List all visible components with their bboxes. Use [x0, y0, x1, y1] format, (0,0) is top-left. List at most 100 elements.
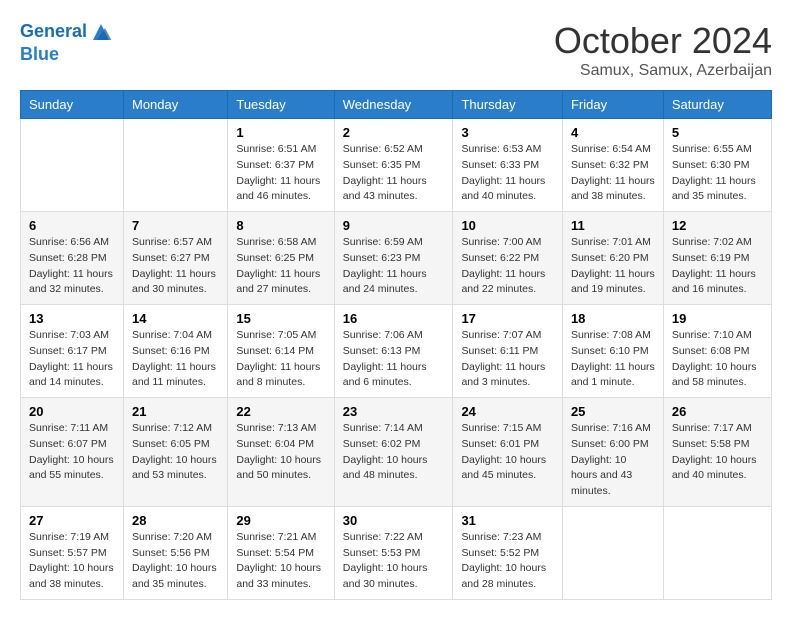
day-info: Sunrise: 7:17 AM Sunset: 5:58 PM Dayligh… — [672, 421, 763, 484]
day-number: 16 — [343, 311, 445, 326]
day-number: 9 — [343, 218, 445, 233]
day-info: Sunrise: 7:23 AM Sunset: 5:52 PM Dayligh… — [461, 530, 554, 593]
calendar-cell: 5 Sunrise: 6:55 AM Sunset: 6:30 PM Dayli… — [663, 119, 771, 212]
day-number: 12 — [672, 218, 763, 233]
day-number: 17 — [461, 311, 554, 326]
calendar-cell: 1 Sunrise: 6:51 AM Sunset: 6:37 PM Dayli… — [228, 119, 334, 212]
calendar-cell: 7 Sunrise: 6:57 AM Sunset: 6:27 PM Dayli… — [123, 212, 227, 305]
day-number: 5 — [672, 125, 763, 140]
calendar-week-row: 1 Sunrise: 6:51 AM Sunset: 6:37 PM Dayli… — [21, 119, 772, 212]
day-info: Sunrise: 7:12 AM Sunset: 6:05 PM Dayligh… — [132, 421, 219, 484]
calendar-cell: 18 Sunrise: 7:08 AM Sunset: 6:10 PM Dayl… — [562, 305, 663, 398]
day-number: 2 — [343, 125, 445, 140]
day-number: 20 — [29, 404, 115, 419]
header-cell-monday: Monday — [123, 91, 227, 119]
logo-icon — [89, 20, 113, 44]
header-cell-wednesday: Wednesday — [334, 91, 453, 119]
calendar-cell: 2 Sunrise: 6:52 AM Sunset: 6:35 PM Dayli… — [334, 119, 453, 212]
day-number: 30 — [343, 513, 445, 528]
calendar-cell: 27 Sunrise: 7:19 AM Sunset: 5:57 PM Dayl… — [21, 506, 124, 599]
calendar-week-row: 27 Sunrise: 7:19 AM Sunset: 5:57 PM Dayl… — [21, 506, 772, 599]
calendar-table: SundayMondayTuesdayWednesdayThursdayFrid… — [20, 90, 772, 600]
calendar-cell: 28 Sunrise: 7:20 AM Sunset: 5:56 PM Dayl… — [123, 506, 227, 599]
day-info: Sunrise: 7:15 AM Sunset: 6:01 PM Dayligh… — [461, 421, 554, 484]
day-info: Sunrise: 7:22 AM Sunset: 5:53 PM Dayligh… — [343, 530, 445, 593]
day-info: Sunrise: 7:01 AM Sunset: 6:20 PM Dayligh… — [571, 235, 655, 298]
calendar-week-row: 20 Sunrise: 7:11 AM Sunset: 6:07 PM Dayl… — [21, 398, 772, 507]
day-info: Sunrise: 6:59 AM Sunset: 6:23 PM Dayligh… — [343, 235, 445, 298]
day-info: Sunrise: 6:57 AM Sunset: 6:27 PM Dayligh… — [132, 235, 219, 298]
day-info: Sunrise: 7:04 AM Sunset: 6:16 PM Dayligh… — [132, 328, 219, 391]
day-number: 7 — [132, 218, 219, 233]
calendar-cell: 8 Sunrise: 6:58 AM Sunset: 6:25 PM Dayli… — [228, 212, 334, 305]
header-cell-saturday: Saturday — [663, 91, 771, 119]
day-number: 25 — [571, 404, 655, 419]
day-info: Sunrise: 6:53 AM Sunset: 6:33 PM Dayligh… — [461, 142, 554, 205]
calendar-cell: 12 Sunrise: 7:02 AM Sunset: 6:19 PM Dayl… — [663, 212, 771, 305]
day-number: 19 — [672, 311, 763, 326]
header-cell-friday: Friday — [562, 91, 663, 119]
calendar-cell: 31 Sunrise: 7:23 AM Sunset: 5:52 PM Dayl… — [453, 506, 563, 599]
day-info: Sunrise: 6:56 AM Sunset: 6:28 PM Dayligh… — [29, 235, 115, 298]
day-info: Sunrise: 7:03 AM Sunset: 6:17 PM Dayligh… — [29, 328, 115, 391]
calendar-cell: 20 Sunrise: 7:11 AM Sunset: 6:07 PM Dayl… — [21, 398, 124, 507]
calendar-cell: 3 Sunrise: 6:53 AM Sunset: 6:33 PM Dayli… — [453, 119, 563, 212]
day-number: 11 — [571, 218, 655, 233]
day-number: 4 — [571, 125, 655, 140]
calendar-cell: 25 Sunrise: 7:16 AM Sunset: 6:00 PM Dayl… — [562, 398, 663, 507]
day-info: Sunrise: 7:10 AM Sunset: 6:08 PM Dayligh… — [672, 328, 763, 391]
day-info: Sunrise: 7:13 AM Sunset: 6:04 PM Dayligh… — [236, 421, 325, 484]
calendar-cell: 29 Sunrise: 7:21 AM Sunset: 5:54 PM Dayl… — [228, 506, 334, 599]
day-number: 26 — [672, 404, 763, 419]
day-number: 21 — [132, 404, 219, 419]
calendar-header-row: SundayMondayTuesdayWednesdayThursdayFrid… — [21, 91, 772, 119]
day-info: Sunrise: 7:16 AM Sunset: 6:00 PM Dayligh… — [571, 421, 655, 500]
header-cell-thursday: Thursday — [453, 91, 563, 119]
day-number: 14 — [132, 311, 219, 326]
calendar-cell: 19 Sunrise: 7:10 AM Sunset: 6:08 PM Dayl… — [663, 305, 771, 398]
day-info: Sunrise: 7:08 AM Sunset: 6:10 PM Dayligh… — [571, 328, 655, 391]
calendar-week-row: 13 Sunrise: 7:03 AM Sunset: 6:17 PM Dayl… — [21, 305, 772, 398]
day-number: 15 — [236, 311, 325, 326]
day-number: 22 — [236, 404, 325, 419]
header-cell-tuesday: Tuesday — [228, 91, 334, 119]
calendar-cell: 10 Sunrise: 7:00 AM Sunset: 6:22 PM Dayl… — [453, 212, 563, 305]
page-header: General Blue October 2024 Samux, Samux, … — [20, 20, 772, 80]
day-number: 29 — [236, 513, 325, 528]
header-cell-sunday: Sunday — [21, 91, 124, 119]
calendar-cell: 15 Sunrise: 7:05 AM Sunset: 6:14 PM Dayl… — [228, 305, 334, 398]
day-info: Sunrise: 6:55 AM Sunset: 6:30 PM Dayligh… — [672, 142, 763, 205]
day-info: Sunrise: 6:58 AM Sunset: 6:25 PM Dayligh… — [236, 235, 325, 298]
title-block: October 2024 Samux, Samux, Azerbaijan — [554, 20, 772, 80]
calendar-cell: 30 Sunrise: 7:22 AM Sunset: 5:53 PM Dayl… — [334, 506, 453, 599]
logo-text-line2: Blue — [20, 44, 113, 66]
month-title: October 2024 — [554, 20, 772, 62]
day-number: 1 — [236, 125, 325, 140]
day-number: 8 — [236, 218, 325, 233]
day-number: 28 — [132, 513, 219, 528]
day-number: 13 — [29, 311, 115, 326]
calendar-cell — [21, 119, 124, 212]
logo: General Blue — [20, 20, 113, 66]
calendar-cell: 17 Sunrise: 7:07 AM Sunset: 6:11 PM Dayl… — [453, 305, 563, 398]
calendar-week-row: 6 Sunrise: 6:56 AM Sunset: 6:28 PM Dayli… — [21, 212, 772, 305]
day-info: Sunrise: 7:19 AM Sunset: 5:57 PM Dayligh… — [29, 530, 115, 593]
day-info: Sunrise: 7:11 AM Sunset: 6:07 PM Dayligh… — [29, 421, 115, 484]
calendar-cell — [663, 506, 771, 599]
day-number: 6 — [29, 218, 115, 233]
day-info: Sunrise: 7:06 AM Sunset: 6:13 PM Dayligh… — [343, 328, 445, 391]
calendar-cell: 9 Sunrise: 6:59 AM Sunset: 6:23 PM Dayli… — [334, 212, 453, 305]
calendar-cell: 14 Sunrise: 7:04 AM Sunset: 6:16 PM Dayl… — [123, 305, 227, 398]
calendar-cell — [562, 506, 663, 599]
calendar-cell: 22 Sunrise: 7:13 AM Sunset: 6:04 PM Dayl… — [228, 398, 334, 507]
day-info: Sunrise: 7:14 AM Sunset: 6:02 PM Dayligh… — [343, 421, 445, 484]
day-number: 3 — [461, 125, 554, 140]
calendar-cell: 26 Sunrise: 7:17 AM Sunset: 5:58 PM Dayl… — [663, 398, 771, 507]
logo-text-line1: General — [20, 21, 87, 43]
day-info: Sunrise: 6:54 AM Sunset: 6:32 PM Dayligh… — [571, 142, 655, 205]
day-info: Sunrise: 6:52 AM Sunset: 6:35 PM Dayligh… — [343, 142, 445, 205]
calendar-cell: 21 Sunrise: 7:12 AM Sunset: 6:05 PM Dayl… — [123, 398, 227, 507]
calendar-cell: 13 Sunrise: 7:03 AM Sunset: 6:17 PM Dayl… — [21, 305, 124, 398]
calendar-cell: 11 Sunrise: 7:01 AM Sunset: 6:20 PM Dayl… — [562, 212, 663, 305]
day-info: Sunrise: 7:21 AM Sunset: 5:54 PM Dayligh… — [236, 530, 325, 593]
